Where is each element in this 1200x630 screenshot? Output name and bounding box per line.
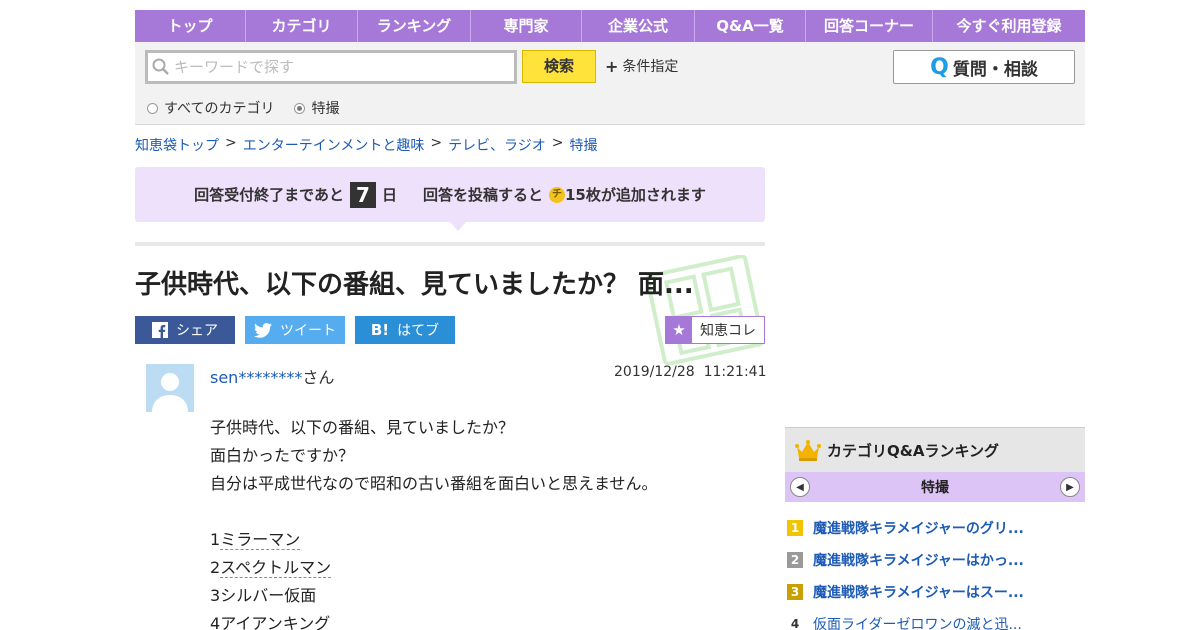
default-user-icon: [152, 373, 188, 412]
ranking-list: 1 魔進戦隊キラメイジャーのグリ... 2 魔進戦隊キラメイジャーはかっ... …: [785, 512, 1085, 630]
chevron-left-icon[interactable]: ◀: [790, 477, 810, 497]
breadcrumb-separator: >: [430, 135, 443, 151]
nav-item-register[interactable]: 今すぐ利用登録: [933, 10, 1085, 42]
nav-item-official[interactable]: 企業公式: [582, 10, 695, 42]
ranking-item-link[interactable]: 魔進戦隊キラメイジャーはかっ...: [813, 550, 1024, 570]
nav-item-ranking[interactable]: ランキング: [358, 10, 471, 42]
body-line: 面白かったですか？: [210, 446, 355, 465]
question-time: 11:21:41: [703, 364, 767, 380]
breadcrumb-separator: >: [225, 135, 237, 151]
ranking-item-link[interactable]: 魔進戦隊キラメイジャーのグリ...: [813, 518, 1024, 538]
question-title: 子供時代、以下の番組、見ていましたか？ 面...: [135, 270, 694, 300]
ranking-item: 4 仮面ライダーゼロワンの滅と迅...: [785, 608, 1085, 630]
notice-suffix: 15枚が追加されます: [565, 186, 706, 204]
list-item: 2スペクトルマン: [210, 558, 332, 578]
question-datetime: 2019/12/28 11:21:41: [614, 364, 767, 380]
search-box: [145, 50, 517, 84]
ranking-item-link[interactable]: 魔進戦隊キラメイジャーはスー...: [813, 582, 1024, 602]
rank-number: 3: [787, 584, 803, 600]
rank-number: 4: [790, 617, 800, 630]
divider: [135, 242, 765, 246]
question-date: 2019/12/28: [614, 364, 695, 380]
search-button[interactable]: 検索: [522, 50, 596, 83]
nav-item-category[interactable]: カテゴリ: [246, 10, 358, 42]
ranking-category-tab: ◀ 特撮 ▶: [785, 472, 1085, 502]
ask-question-button[interactable]: Q 質問・相談: [893, 50, 1075, 84]
ranking-title: カテゴリQ&Aランキング: [827, 441, 999, 460]
chie-colle-label: 知恵コレ: [700, 323, 756, 339]
notice-days: 7: [349, 181, 376, 208]
breadcrumb-separator: >: [551, 135, 564, 151]
ranking-item-link[interactable]: 仮面ライダーゼロワンの滅と迅...: [813, 614, 1022, 630]
list-item-text: シルバー仮面: [220, 586, 317, 605]
ranking-item: 2 魔進戦隊キラメイジャーはかっ...: [785, 544, 1085, 576]
search-scope: すべてのカテゴリ 特撮: [147, 98, 339, 118]
coin-icon: チ: [549, 186, 565, 203]
body-line: 自分は平成世代なので昭和の古い番組を面白いと思えません。: [210, 474, 658, 493]
list-item-text: アイアンキング: [220, 614, 331, 630]
ranking-item: 1 魔進戦隊キラメイジャーのグリ...: [785, 512, 1085, 544]
category-ranking-header: カテゴリQ&Aランキング: [785, 427, 1085, 472]
ask-question-label: 質問・相談: [952, 59, 1038, 80]
list-item: 1ミラーマン: [210, 530, 301, 550]
scope-all-radio[interactable]: すべてのカテゴリ: [147, 98, 274, 118]
search-icon: [148, 53, 174, 81]
radio-off-icon: [147, 102, 158, 114]
star-icon: ★: [666, 317, 692, 343]
crown-icon: [795, 440, 821, 461]
scope-current-label: 特撮: [311, 101, 340, 117]
plus-icon: +: [605, 56, 619, 76]
facebook-icon: [152, 322, 168, 338]
breadcrumb-item-tokusatsu[interactable]: 特撮: [570, 135, 598, 155]
hatena-icon: B!: [370, 321, 390, 339]
search-conditions-label: 条件指定: [622, 59, 679, 75]
notice-tail: [450, 222, 466, 231]
notice-days-unit: 日: [381, 186, 397, 204]
twitter-icon: [254, 322, 272, 338]
keyword-link[interactable]: ミラーマン: [220, 530, 301, 550]
hatena-bookmark-label: はてブ: [397, 323, 440, 339]
scope-current-radio[interactable]: 特撮: [294, 98, 339, 118]
author-name-link[interactable]: sen********: [210, 368, 302, 387]
ranking-item: 3 魔進戦隊キラメイジャーはスー...: [785, 576, 1085, 608]
nav-item-qa-list[interactable]: Q&A一覧: [695, 10, 806, 42]
search-conditions-link[interactable]: + 条件指定: [605, 56, 678, 76]
nav-item-experts[interactable]: 専門家: [471, 10, 582, 42]
rank-number: 1: [787, 520, 803, 536]
q-icon: Q: [930, 54, 949, 80]
twitter-share-label: ツイート: [280, 323, 336, 339]
avatar: [146, 364, 194, 412]
radio-on-icon: [294, 102, 306, 114]
ranking-category-label: 特撮: [921, 480, 949, 496]
list-item: 3シルバー仮面: [210, 586, 317, 605]
question-author: sen********さん: [210, 364, 334, 388]
breadcrumb-item-entertainment[interactable]: エンターテインメントと趣味: [243, 135, 425, 155]
nav-item-answer-corner[interactable]: 回答コーナー: [806, 10, 933, 42]
nav-item-top[interactable]: トップ: [135, 10, 246, 42]
answer-deadline-notice: 回答受付終了まであと 7 日 回答を投稿すると チ 15枚が追加されます: [135, 167, 765, 222]
breadcrumb-item-tv-radio[interactable]: テレビ、ラジオ: [448, 135, 546, 155]
question-body: 子供時代、以下の番組、見ていましたか？ 面白かったですか？ 自分は平成世代なので…: [210, 414, 658, 630]
breadcrumb: 知恵袋トップ > エンターテインメントと趣味 > テレビ、ラジオ > 特撮: [135, 135, 598, 155]
chevron-right-icon[interactable]: ▶: [1060, 477, 1080, 497]
facebook-share-button[interactable]: シェア: [135, 316, 235, 344]
list-item: 4アイアンキング: [210, 610, 658, 630]
facebook-share-label: シェア: [176, 323, 218, 339]
hatena-bookmark-button[interactable]: B! はてブ: [355, 316, 455, 344]
search-area: 検索 + 条件指定 Q 質問・相談 すべてのカテゴリ 特撮: [135, 42, 1085, 125]
notice-prefix: 回答受付終了まであと: [194, 186, 344, 204]
twitter-share-button[interactable]: ツイート: [245, 316, 345, 344]
rank-number: 2: [787, 552, 803, 568]
search-input[interactable]: [174, 54, 504, 80]
scope-all-label: すべてのカテゴリ: [164, 101, 275, 117]
chie-colle-button[interactable]: ★ 知恵コレ: [665, 316, 765, 344]
global-nav: トップ カテゴリ ランキング 専門家 企業公式 Q&A一覧 回答コーナー 今すぐ…: [135, 10, 1085, 42]
keyword-link[interactable]: スペクトルマン: [220, 558, 332, 578]
author-suffix: さん: [302, 368, 335, 387]
notice-middle: 回答を投稿すると: [422, 186, 543, 204]
breadcrumb-item-top[interactable]: 知恵袋トップ: [135, 135, 219, 155]
body-line: 子供時代、以下の番組、見ていましたか？: [210, 418, 515, 437]
